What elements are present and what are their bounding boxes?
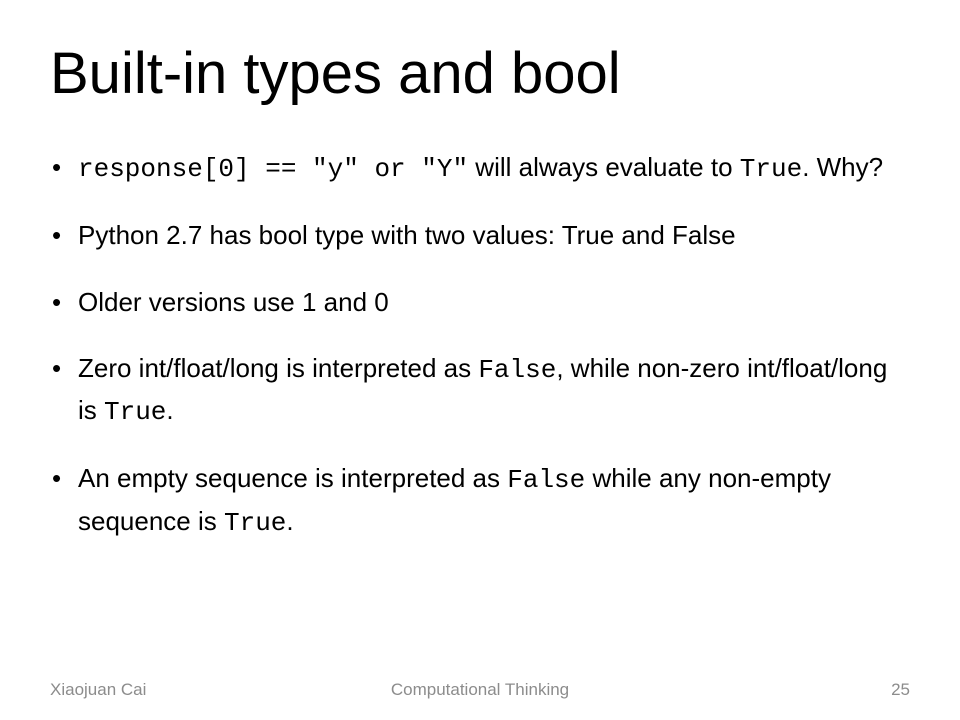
bullet-item: Zero int/float/long is interpreted as Fa… bbox=[50, 348, 910, 433]
slide: Built-in types and bool response[0] == "… bbox=[0, 0, 960, 720]
code-text: False bbox=[507, 465, 585, 495]
body-text: Zero int/float/long is interpreted as bbox=[78, 353, 478, 383]
bullet-item: Python 2.7 has bool type with two values… bbox=[50, 215, 910, 255]
body-text: Python 2.7 has bool type with two values… bbox=[78, 220, 736, 250]
footer: Xiaojuan Cai Computational Thinking 25 bbox=[0, 680, 960, 704]
footer-page: 25 bbox=[891, 680, 910, 700]
body-text: An empty sequence is interpreted as bbox=[78, 463, 507, 493]
bullet-item: response[0] == "y" or "Y" will always ev… bbox=[50, 147, 910, 189]
slide-title: Built-in types and bool bbox=[50, 40, 910, 107]
bullet-item: An empty sequence is interpreted as Fals… bbox=[50, 458, 910, 543]
body-text: Older versions use 1 and 0 bbox=[78, 287, 389, 317]
body-text: . bbox=[166, 395, 173, 425]
bullet-list: response[0] == "y" or "Y" will always ev… bbox=[50, 147, 910, 543]
code-text: True bbox=[224, 508, 286, 538]
body-text: will always evaluate to bbox=[468, 152, 740, 182]
code-text: True bbox=[740, 154, 802, 184]
code-text: True bbox=[104, 397, 166, 427]
bullet-item: Older versions use 1 and 0 bbox=[50, 282, 910, 322]
body-text: . Why? bbox=[802, 152, 883, 182]
code-text: response[0] == "y" or "Y" bbox=[78, 154, 468, 184]
body-text: . bbox=[286, 506, 293, 536]
code-text: False bbox=[478, 355, 556, 385]
footer-course: Computational Thinking bbox=[0, 680, 960, 700]
